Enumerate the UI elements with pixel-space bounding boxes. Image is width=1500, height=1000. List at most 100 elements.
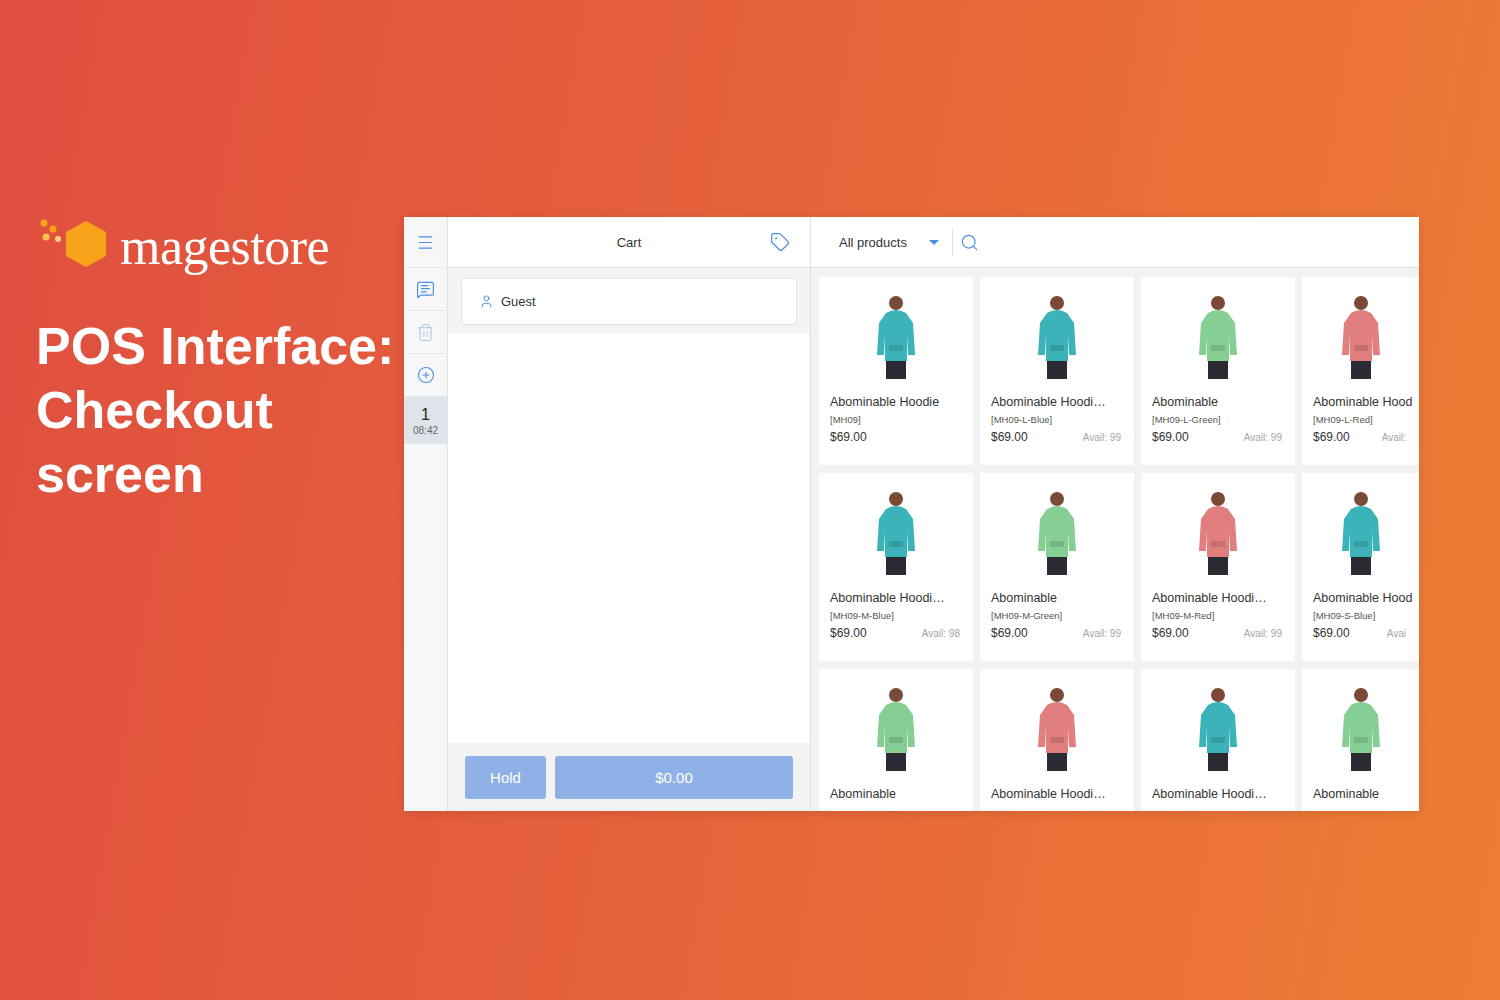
product-image bbox=[830, 685, 971, 775]
menu-button[interactable] bbox=[404, 217, 447, 268]
search-button[interactable] bbox=[960, 233, 979, 252]
product-card[interactable]: Abominable [MH09-M-Green] $69.00 Avail: 99 bbox=[980, 473, 1134, 661]
add-cart-button[interactable] bbox=[404, 354, 447, 397]
product-photo-icon bbox=[1338, 489, 1384, 577]
product-name: Abominable bbox=[1313, 787, 1417, 802]
product-name: Abominable Hoodi… bbox=[1152, 787, 1293, 802]
session-time: 08:42 bbox=[413, 424, 438, 437]
product-name: Abominable Hoodi… bbox=[991, 787, 1132, 802]
product-card[interactable]: Abominable Hoodie[MH09]$69.00 bbox=[819, 277, 973, 465]
product-photo-icon bbox=[873, 685, 919, 773]
pos-window: 108:42 Cart Guest Hold$0.00 All products Abom… bbox=[404, 217, 1419, 811]
brand-logo: magestore bbox=[36, 214, 404, 280]
cart-title: Cart bbox=[617, 235, 642, 250]
product-image bbox=[1152, 489, 1293, 579]
product-availability: Avail: 99 bbox=[1083, 628, 1121, 639]
banner-text: magestore POS Interface:Checkoutscreen bbox=[0, 0, 404, 506]
product-meta: $69.00 Avail: 99 bbox=[1152, 626, 1282, 641]
header-divider bbox=[952, 229, 953, 255]
product-image bbox=[991, 293, 1132, 383]
product-availability: Avail: 99 bbox=[1244, 628, 1282, 639]
product-sku: [MH09-L-Blue] bbox=[991, 414, 1132, 426]
product-image bbox=[1152, 293, 1293, 383]
product-card[interactable]: Abominable Hoodi… bbox=[980, 669, 1134, 811]
product-card[interactable]: Abominable Hood [MH09-S-Blue] $69.00 Avai bbox=[1302, 473, 1419, 661]
product-card[interactable]: Abominable Hoodi… [MH09-L-Blue] $69.00 Avai… bbox=[980, 277, 1134, 465]
headline-line: screen bbox=[36, 442, 404, 506]
customer-strip: Guest bbox=[448, 268, 810, 334]
product-image bbox=[830, 489, 971, 579]
cart-header: Cart bbox=[448, 217, 810, 268]
headline-line: Checkout bbox=[36, 378, 404, 442]
product-price: $69.00 bbox=[1152, 430, 1189, 445]
product-image bbox=[1313, 489, 1417, 579]
product-meta: $69.00 Avail: 99 bbox=[991, 626, 1121, 641]
customer-field[interactable]: Guest bbox=[461, 278, 797, 325]
user-icon bbox=[479, 294, 494, 309]
product-meta: $69.00 Avail: bbox=[1313, 430, 1406, 445]
cart-panel: Cart Guest Hold$0.00 bbox=[448, 217, 811, 811]
product-name: Abominable Hoodie bbox=[830, 395, 971, 410]
discount-button[interactable] bbox=[770, 232, 810, 252]
product-price: $69.00 bbox=[1313, 430, 1350, 445]
product-image bbox=[991, 685, 1132, 775]
product-sku: [MH09] bbox=[830, 414, 971, 426]
product-sku: [MH09-M-Red] bbox=[1152, 610, 1293, 622]
brand-name: magestore bbox=[120, 221, 329, 273]
product-name: Abominable Hoodi… bbox=[830, 591, 971, 606]
product-meta: $69.00 Avail: 99 bbox=[991, 430, 1121, 445]
product-name: Abominable bbox=[830, 787, 971, 802]
product-card[interactable]: Abominable bbox=[1302, 669, 1419, 811]
delete-button[interactable] bbox=[404, 311, 447, 354]
product-availability: Avail: 98 bbox=[922, 628, 960, 639]
product-name: Abominable Hood bbox=[1313, 591, 1417, 606]
product-photo-icon bbox=[1034, 685, 1080, 773]
magestore-logo-icon bbox=[36, 215, 116, 279]
product-image bbox=[830, 293, 971, 383]
customer-name: Guest bbox=[501, 294, 536, 309]
menu-icon bbox=[416, 233, 435, 252]
product-header: All products bbox=[811, 217, 1419, 268]
product-price: $69.00 bbox=[1152, 626, 1189, 641]
product-availability: Avai bbox=[1387, 628, 1406, 639]
hold-button[interactable]: Hold bbox=[465, 756, 546, 799]
product-name: Abominable Hoodi… bbox=[1152, 591, 1293, 606]
tag-icon bbox=[770, 232, 790, 252]
product-name: Abominable Hoodi… bbox=[991, 395, 1132, 410]
product-card[interactable]: Abominable Hoodi…[MH09-M-Blue]$69.00Avai… bbox=[819, 473, 973, 661]
product-card[interactable]: Abominable[MH09-L-Green]$69.00Avail: 99 bbox=[1141, 277, 1295, 465]
cart-footer: Hold$0.00 bbox=[448, 743, 810, 811]
category-dropdown[interactable]: All products bbox=[839, 235, 907, 250]
product-card[interactable]: Abominable bbox=[819, 669, 973, 811]
product-availability: Avail: bbox=[1382, 432, 1406, 443]
product-card[interactable]: Abominable Hoodi… [MH09-M-Red] $69.00 Avail… bbox=[1141, 473, 1295, 661]
product-price: $69.00 bbox=[991, 430, 1028, 445]
headline: POS Interface:Checkoutscreen bbox=[36, 314, 404, 506]
product-photo-icon bbox=[1034, 489, 1080, 577]
trash-icon bbox=[416, 323, 435, 342]
product-sku: [MH09-L-Red] bbox=[1313, 414, 1417, 426]
comment-button[interactable] bbox=[404, 268, 447, 311]
product-photo-icon bbox=[873, 489, 919, 577]
product-sku: [MH09-M-Green] bbox=[991, 610, 1132, 622]
product-card[interactable]: Abominable Hoodi… bbox=[1141, 669, 1295, 811]
dropdown-caret-icon[interactable] bbox=[929, 240, 939, 245]
cart-items bbox=[448, 334, 810, 743]
product-card[interactable]: Abominable Hood[MH09-L-Red]$69.00Avail: bbox=[1302, 277, 1419, 465]
comment-icon bbox=[416, 280, 435, 299]
product-name: Abominable bbox=[991, 591, 1132, 606]
side-nav: 108:42 bbox=[404, 217, 448, 811]
product-price: $69.00 bbox=[830, 626, 867, 641]
product-price: $69.00 bbox=[991, 626, 1028, 641]
product-panel: All products Abominable Hoodie [MH09] $69.0… bbox=[811, 217, 1419, 811]
cart-session[interactable]: 108:42 bbox=[404, 397, 447, 444]
product-price: $69.00 bbox=[1313, 626, 1350, 641]
checkout-button[interactable]: $0.00 bbox=[555, 756, 793, 799]
product-meta: $69.00 Avail: 98 bbox=[830, 626, 960, 641]
product-photo-icon bbox=[1195, 293, 1241, 381]
product-sku: [MH09-S-Blue] bbox=[1313, 610, 1417, 622]
product-availability: Avail: 99 bbox=[1083, 432, 1121, 443]
product-grid: Abominable Hoodie[MH09]$69.00Abominable … bbox=[811, 268, 1419, 811]
product-sku: [MH09-L-Green] bbox=[1152, 414, 1293, 426]
product-photo-icon bbox=[1338, 685, 1384, 773]
